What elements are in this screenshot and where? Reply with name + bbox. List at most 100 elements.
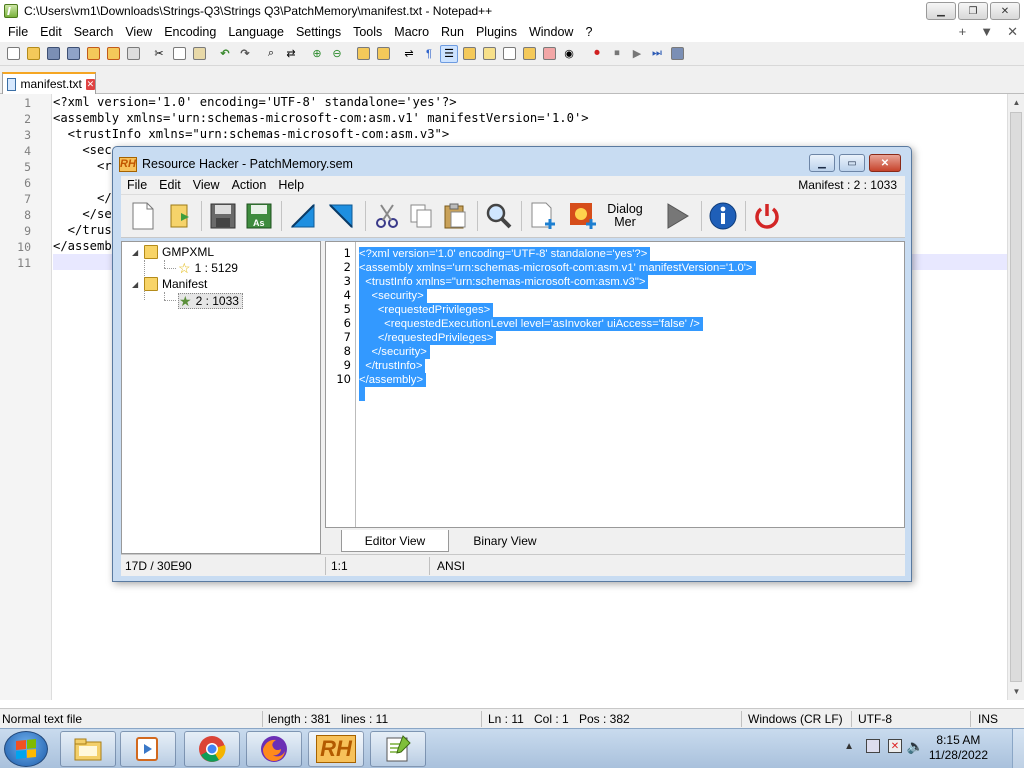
- rh-menu-file[interactable]: File: [121, 178, 153, 192]
- function-list-icon[interactable]: [500, 45, 518, 63]
- paste-icon[interactable]: [190, 45, 208, 63]
- play-macro-icon[interactable]: ▶: [628, 45, 646, 63]
- about-info-icon[interactable]: [707, 200, 739, 232]
- rh-menu-edit[interactable]: Edit: [153, 178, 187, 192]
- taskbar-media-player[interactable]: [120, 731, 176, 767]
- npp-maximize-button[interactable]: ❐: [958, 2, 988, 20]
- show-desktop-button[interactable]: [1012, 729, 1024, 768]
- new-file-icon[interactable]: [4, 45, 22, 63]
- npp-menu-run[interactable]: Run: [435, 25, 470, 39]
- tab-manifest-txt[interactable]: manifest.txt ✕: [2, 72, 96, 94]
- npp-menu-help[interactable]: ?: [579, 25, 598, 39]
- open-file-icon[interactable]: [165, 200, 197, 232]
- copy-icon[interactable]: [405, 200, 437, 232]
- action-center-icon[interactable]: ✕: [888, 739, 902, 753]
- rh-menu-view[interactable]: View: [187, 178, 226, 192]
- save-icon[interactable]: [207, 200, 239, 232]
- resource-tree[interactable]: ◢ GMPXML ☆ 1 : 5129 ◢ Manifest ★ 2 : 103…: [121, 241, 321, 554]
- replace-icon[interactable]: ⇄: [282, 45, 300, 63]
- save-all-icon[interactable]: [64, 45, 82, 63]
- rh-code-area[interactable]: <?xml version='1.0' encoding='UTF-8' sta…: [359, 245, 904, 525]
- tab-close-icon[interactable]: ✕: [85, 78, 95, 90]
- close-all-icon[interactable]: [104, 45, 122, 63]
- npp-menu-macro[interactable]: Macro: [388, 25, 435, 39]
- npp-menu-plugins[interactable]: Plugins: [470, 25, 523, 39]
- folder-workspace-icon[interactable]: [520, 45, 538, 63]
- language-icon[interactable]: [460, 45, 478, 63]
- compile-script-icon[interactable]: [287, 200, 319, 232]
- new-tab-icon[interactable]: +: [959, 24, 967, 40]
- start-button[interactable]: [4, 731, 48, 767]
- npp-menu-language[interactable]: Language: [222, 25, 290, 39]
- sync-horizontal-icon[interactable]: [374, 45, 392, 63]
- copy-icon[interactable]: [170, 45, 188, 63]
- save-as-icon[interactable]: As: [243, 200, 275, 232]
- word-wrap-icon[interactable]: ⇌: [400, 45, 418, 63]
- tree-node-manifest[interactable]: ◢ Manifest: [132, 277, 207, 291]
- save-icon[interactable]: [44, 45, 62, 63]
- find-icon[interactable]: [483, 200, 515, 232]
- close-file-icon[interactable]: [84, 45, 102, 63]
- npp-menu-tools[interactable]: Tools: [347, 25, 388, 39]
- rh-close-button[interactable]: ✕: [869, 154, 901, 172]
- rh-menu-help[interactable]: Help: [272, 178, 310, 192]
- network-icon[interactable]: [866, 739, 880, 753]
- show-hidden-icons-icon[interactable]: ▲: [844, 741, 854, 752]
- exit-power-icon[interactable]: [751, 200, 783, 232]
- undo-icon[interactable]: ↶: [216, 45, 234, 63]
- print-icon[interactable]: [124, 45, 142, 63]
- show-all-chars-icon[interactable]: ¶: [420, 45, 438, 63]
- npp-close-button[interactable]: ✕: [990, 2, 1020, 20]
- cut-icon[interactable]: ✂: [150, 45, 168, 63]
- eye-icon[interactable]: ◉: [560, 45, 578, 63]
- taskbar-explorer[interactable]: [60, 731, 116, 767]
- taskbar-notepadpp[interactable]: [370, 731, 426, 767]
- rh-menu-action[interactable]: Action: [226, 178, 273, 192]
- taskbar-chrome[interactable]: [184, 731, 240, 767]
- clock[interactable]: 8:15 AM 11/28/2022: [929, 733, 988, 763]
- dialog-menu-editor-icon[interactable]: Dialog Mer: [605, 200, 645, 232]
- monitoring-icon[interactable]: [540, 45, 558, 63]
- npp-menu-window[interactable]: Window: [523, 25, 579, 39]
- tree-node-gmpxml-5129[interactable]: ☆ 1 : 5129: [178, 261, 238, 275]
- action-arrow-icon[interactable]: [325, 200, 357, 232]
- npp-vertical-scrollbar[interactable]: ▲ ▼: [1007, 94, 1024, 700]
- collapse-arrow-icon[interactable]: ◢: [132, 280, 140, 289]
- rh-script-editor[interactable]: 1 2 3 4 5 6 7 8 9 10 <?xml version='1.0'…: [325, 241, 905, 528]
- rh-minimize-button[interactable]: ▁: [809, 154, 835, 172]
- redo-icon[interactable]: ↷: [236, 45, 254, 63]
- volume-icon[interactable]: 🔈: [907, 738, 924, 755]
- add-resource-icon[interactable]: [527, 200, 559, 232]
- close-doc-icon[interactable]: ✕: [1007, 24, 1018, 40]
- tab-binary-view[interactable]: Binary View: [455, 530, 555, 552]
- taskbar-firefox[interactable]: [246, 731, 302, 767]
- scroll-up-icon[interactable]: ▲: [1008, 94, 1024, 111]
- stop-macro-icon[interactable]: ⏹: [608, 45, 626, 63]
- zoom-in-icon[interactable]: ⊕: [308, 45, 326, 63]
- npp-menu-encoding[interactable]: Encoding: [158, 25, 222, 39]
- tab-list-icon[interactable]: ▼: [980, 24, 993, 40]
- npp-menu-settings[interactable]: Settings: [290, 25, 347, 39]
- indent-guide-icon[interactable]: ☰: [440, 44, 458, 63]
- play-script-icon[interactable]: [661, 200, 693, 232]
- tree-node-manifest-1033[interactable]: ★ 2 : 1033: [178, 293, 243, 309]
- new-resource-file-icon[interactable]: [127, 200, 159, 232]
- tab-editor-view[interactable]: Editor View: [341, 530, 449, 552]
- doc-map-icon[interactable]: [480, 45, 498, 63]
- taskbar-resource-hacker[interactable]: RH: [308, 731, 364, 767]
- cut-icon[interactable]: [371, 200, 403, 232]
- find-icon[interactable]: ⌕: [262, 45, 280, 63]
- npp-menu-search[interactable]: Search: [68, 25, 120, 39]
- rh-maximize-button[interactable]: ▭: [839, 154, 865, 172]
- npp-menu-view[interactable]: View: [119, 25, 158, 39]
- scroll-thumb[interactable]: [1010, 112, 1022, 682]
- scroll-down-icon[interactable]: ▼: [1008, 683, 1024, 700]
- collapse-arrow-icon[interactable]: ◢: [132, 248, 140, 257]
- paste-icon[interactable]: [439, 200, 471, 232]
- record-macro-icon[interactable]: ⏺: [588, 45, 606, 63]
- open-file-icon[interactable]: [24, 45, 42, 63]
- sync-vertical-icon[interactable]: [354, 45, 372, 63]
- save-macro-icon[interactable]: [668, 45, 686, 63]
- npp-menu-file[interactable]: File: [2, 25, 34, 39]
- zoom-out-icon[interactable]: ⊖: [328, 45, 346, 63]
